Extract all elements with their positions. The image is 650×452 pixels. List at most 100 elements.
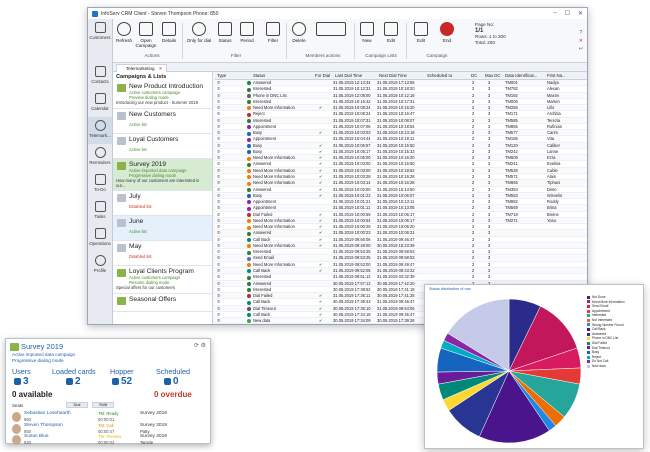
legend-swatch	[587, 360, 590, 364]
overdue-count: 0 overdue	[154, 390, 192, 399]
cell-status: Interested	[253, 274, 272, 280]
only-for-dial-button[interactable]: Only for dial	[186, 22, 212, 43]
cell-last-dial: 31.05.2019 10:07:06	[333, 123, 371, 129]
edit-campaign-button[interactable]: Edit	[414, 22, 428, 43]
period-button[interactable]: Period	[240, 22, 254, 43]
list-icon	[117, 137, 126, 145]
phone-type-icon: ✆	[217, 192, 221, 198]
campaign-icon	[117, 297, 126, 305]
close-button[interactable]: ✕	[578, 10, 583, 17]
nav-todo[interactable]: To-Do	[88, 171, 112, 198]
new-list-button[interactable]: New	[360, 22, 374, 43]
group-actions: Actions	[144, 53, 160, 58]
members-actions-icons[interactable]	[314, 22, 348, 38]
cell-max-dc: 3	[488, 167, 491, 173]
list-item[interactable]: Loyal Customers Active list	[113, 134, 212, 159]
legend-swatch	[587, 323, 590, 327]
col-first-name[interactable]: First Na...	[547, 73, 566, 78]
nav-profile[interactable]: Profile	[88, 252, 112, 279]
cell-dc: 2	[472, 249, 475, 255]
delete-button[interactable]: Delete	[292, 22, 306, 43]
campaign-status-card: Survey 2019 ⟳ ⚙ Active imported data cam…	[5, 338, 211, 446]
app-logo-icon	[92, 10, 98, 17]
status-icon	[247, 288, 251, 293]
cancel-icon[interactable]: ✕	[579, 37, 583, 45]
status-icon	[247, 244, 251, 249]
status-icon	[247, 112, 251, 117]
col-scheduled[interactable]: Scheduled to	[427, 73, 452, 78]
refresh-button[interactable]: Refresh	[116, 22, 132, 43]
cell-last-dial: 31.05.2019 10:04:44	[333, 136, 371, 142]
nav-telemarketing[interactable]: Telemark...	[88, 117, 112, 144]
col-data-id[interactable]: Data Identificat...	[505, 73, 537, 78]
list-item[interactable]: May Disabled list	[113, 241, 212, 266]
cell-data-id: TM271	[505, 217, 518, 223]
campaign-item-selected[interactable]: Survey 2019 Active imported data campaig…	[113, 159, 212, 191]
nav-customers[interactable]: Customers	[88, 19, 112, 46]
col-last-dial[interactable]: Last Dial Time	[335, 73, 362, 78]
list-item[interactable]: July Disabled list	[113, 191, 212, 216]
status-icon	[247, 156, 251, 161]
cell-status: Answered	[253, 80, 272, 85]
col-dc[interactable]: DC	[471, 73, 477, 78]
seat-shift-button[interactable]: Shift	[92, 402, 114, 408]
cell-max-dc: 3	[488, 230, 491, 236]
phone-type-icon: ✆	[217, 255, 221, 261]
nav-contacts[interactable]: Contacts	[88, 63, 112, 90]
cards-icon	[66, 378, 73, 385]
legend-item: New data	[587, 364, 625, 369]
nav-calendar[interactable]: Calendar	[88, 90, 112, 117]
campaign-item[interactable]: Seasonal Offers	[113, 294, 212, 312]
cell-for-dial: ✔	[319, 130, 323, 136]
refresh-icon[interactable]: ⟳	[194, 343, 199, 349]
campaign-item[interactable]: New Product Introduction Active customer…	[113, 81, 212, 109]
agent-row[interactable]: Susan Blue 840 TM: Preview 00:00:02 Surv…	[12, 434, 210, 446]
col-max-dc[interactable]: Max DC	[485, 73, 501, 78]
phone-type-icon: ✆	[217, 92, 221, 98]
open-campaign-button[interactable]: Open Campaign	[134, 22, 158, 48]
list-item[interactable]: New Customers Active list	[113, 109, 212, 134]
cell-dc: 2	[472, 86, 475, 92]
cell-status: Call Back	[253, 311, 271, 317]
col-for-dial[interactable]: For Dial	[315, 73, 330, 78]
cell-last-dial: 31.05.2019 17:36:11	[333, 293, 371, 299]
cell-last-dial: 31.05.2019 10:12:31	[333, 86, 371, 92]
col-type[interactable]: Type	[217, 73, 226, 78]
phone-type-icon: ✆	[217, 211, 221, 217]
cell-dc: 2	[472, 180, 475, 186]
nav-operations[interactable]: Operations	[88, 225, 112, 252]
col-next-dial[interactable]: Next Dial Time	[379, 73, 407, 78]
cell-status: Dial Failed	[253, 293, 273, 299]
help-icon[interactable]: ?	[579, 29, 583, 37]
back-icon[interactable]: ↩	[579, 45, 583, 53]
status-icon	[247, 200, 251, 205]
cell-next-dial: 31.05.2019 09:49:47	[377, 261, 415, 267]
cell-status: Send Email	[253, 255, 274, 261]
total-info: Total: 200	[475, 40, 495, 45]
tab-telemarketing[interactable]: Telemarketing ✕	[116, 64, 168, 72]
campaign-item[interactable]: Loyal Clients Program Active customers c…	[113, 266, 212, 294]
nav-tasks[interactable]: Tasks	[88, 198, 112, 225]
agent-row[interactable]: Sebastian Lovehearth 860 TM: Ready 00:00…	[12, 411, 210, 423]
nav-reminders[interactable]: Reminders	[88, 144, 112, 171]
cell-max-dc: 3	[488, 117, 491, 123]
settings-icon[interactable]: ⚙	[201, 343, 206, 349]
list-item[interactable]: June Active list	[113, 216, 212, 241]
cell-status: Interested	[253, 86, 272, 92]
cell-first-name: Terezia	[547, 117, 561, 123]
group-filter: Filter	[230, 53, 242, 58]
phone-type-icon: ✆	[217, 224, 221, 230]
minimize-button[interactable]: –	[553, 10, 556, 17]
cell-dc: 2	[472, 136, 475, 142]
details-button[interactable]: Details	[162, 22, 176, 43]
status-button[interactable]: Status	[218, 22, 232, 43]
seat-dial-button[interactable]: Dial	[66, 402, 88, 408]
col-status[interactable]: Status	[253, 73, 265, 78]
edit-list-button[interactable]: Edit	[384, 22, 398, 43]
end-campaign-button[interactable]: End	[440, 22, 454, 43]
close-tab-icon[interactable]: ✕	[159, 66, 163, 71]
cell-last-dial: 30.05.2019 17:34:09	[333, 318, 371, 324]
filter-button[interactable]: Filter	[266, 22, 280, 43]
status-icon	[247, 238, 251, 243]
maximize-button[interactable]: ☐	[565, 10, 570, 17]
